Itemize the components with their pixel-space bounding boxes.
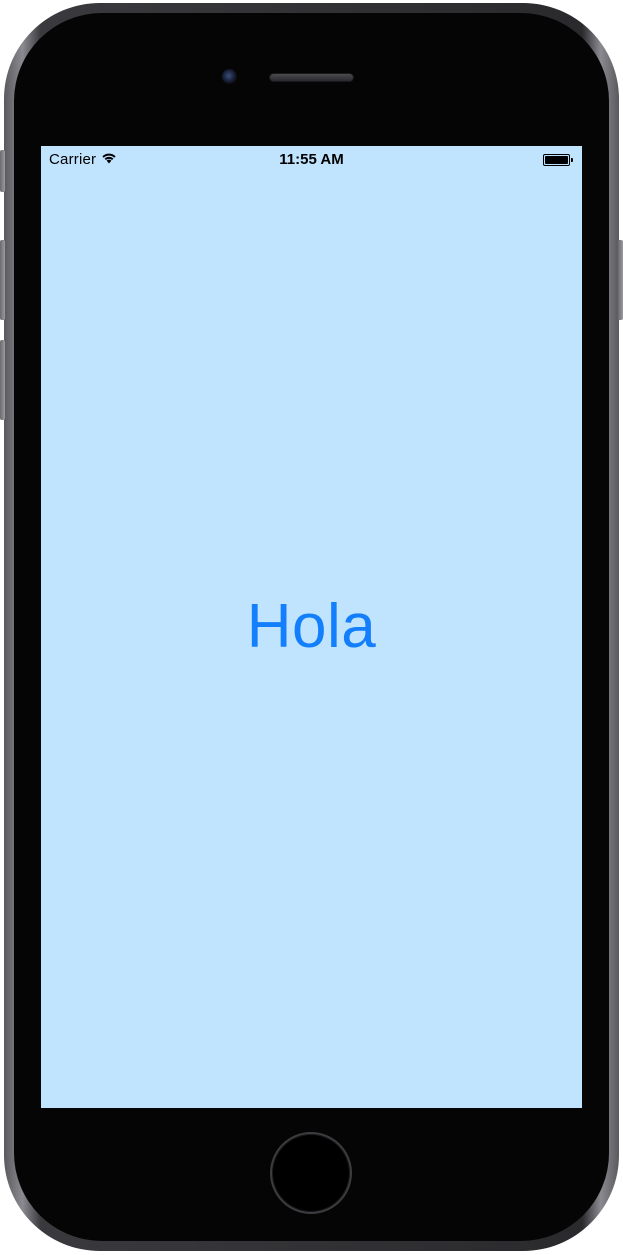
- greeting-label: Hola: [246, 592, 377, 661]
- battery-fill: [545, 156, 568, 164]
- volume-up-button: [0, 240, 5, 320]
- battery-icon: [543, 154, 573, 166]
- status-time: 11:55 AM: [279, 151, 344, 168]
- screen: Carrier 11:55 AM Hola: [41, 146, 582, 1108]
- battery-tip: [571, 158, 573, 162]
- camera-icon: [222, 69, 237, 84]
- home-button[interactable]: [270, 1132, 352, 1214]
- mute-switch: [0, 150, 5, 192]
- power-button: [618, 240, 623, 320]
- status-bar: Carrier 11:55 AM: [41, 146, 582, 174]
- volume-down-button: [0, 340, 5, 420]
- speaker-icon: [269, 73, 354, 82]
- battery-body: [543, 154, 570, 166]
